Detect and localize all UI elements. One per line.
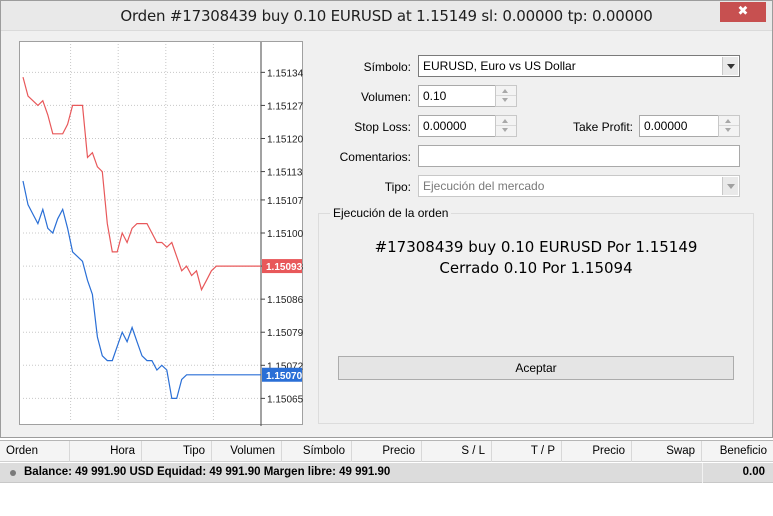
chevron-down-icon[interactable] [722, 177, 738, 195]
execution-close-text: Cerrado 0.10 Por 1.15094 [439, 259, 633, 277]
terminal-header: Orden Hora Tipo Volumen Símbolo Precio S… [0, 441, 773, 462]
balance-icon [10, 470, 16, 476]
volume-input[interactable]: 0.10 [418, 85, 496, 107]
price-tag-label: 1.15070 [266, 371, 303, 382]
window-title: Orden #17308439 buy 0.10 EURUSD at 1.151… [120, 7, 653, 25]
balance-text: Balance: 49 991.90 USD Equidad: 49 991.9… [24, 466, 391, 478]
y-tick-label: 1.15100 [267, 229, 304, 240]
col-type[interactable]: Tipo [142, 441, 212, 462]
accept-button[interactable]: Aceptar [338, 356, 734, 380]
volume-label: Volumen: [360, 90, 411, 104]
y-tick-label: 1.15079 [267, 328, 304, 339]
col-volume[interactable]: Volumen [212, 441, 282, 462]
y-tick-label: 1.15113 [267, 168, 303, 179]
stop-loss-label: Stop Loss: [354, 120, 411, 134]
series-line-ask [22, 76, 261, 292]
close-button[interactable]: ✖ [720, 2, 766, 22]
tick-chart: 1.15134 1.15127 1.15120 1.15113 1.15107 1.151… [19, 41, 304, 426]
col-symbol[interactable]: Símbolo [282, 441, 352, 462]
stop-loss-input[interactable]: 0.00000 [418, 115, 496, 137]
terminal-panel: Orden Hora Tipo Volumen Símbolo Precio S… [0, 440, 773, 516]
series-line-bid [22, 180, 261, 399]
spin-down-icon[interactable] [719, 126, 739, 136]
stop-loss-stepper[interactable] [495, 115, 517, 137]
type-value: Ejecución del mercado [423, 179, 545, 193]
volume-stepper[interactable] [495, 85, 517, 107]
y-tick-label: 1.15065 [267, 394, 304, 405]
spin-up-icon[interactable] [496, 86, 516, 96]
y-tick-label: 1.15107 [267, 196, 304, 207]
type-select[interactable]: Ejecución del mercado [418, 175, 740, 197]
price-tag-label: 1.15093 [266, 262, 303, 273]
column-divider [702, 463, 703, 483]
symbol-value: EURUSD, Euro vs US Dollar [423, 59, 576, 73]
col-profit[interactable]: Beneficio [702, 441, 773, 462]
comment-input[interactable] [418, 145, 740, 167]
order-dialog: Orden #17308439 buy 0.10 EURUSD at 1.151… [0, 0, 773, 438]
col-time[interactable]: Hora [70, 441, 142, 462]
stop-loss-value: 0.00000 [423, 119, 467, 133]
take-profit-stepper[interactable] [718, 115, 740, 137]
col-tp[interactable]: T / P [492, 441, 562, 462]
take-profit-label: Take Profit: [572, 120, 633, 134]
comment-label: Comentarios: [339, 150, 411, 164]
symbol-label: Símbolo: [363, 60, 411, 74]
spin-up-icon[interactable] [719, 116, 739, 126]
execution-group-title: Ejecución de la orden [330, 206, 452, 220]
take-profit-value: 0.00000 [644, 119, 688, 133]
spin-down-icon[interactable] [496, 96, 516, 106]
type-label: Tipo: [384, 180, 411, 194]
execution-open-text: #17308439 buy 0.10 EURUSD Por 1.15149 [374, 238, 698, 256]
take-profit-input[interactable]: 0.00000 [639, 115, 719, 137]
col-sl[interactable]: S / L [422, 441, 492, 462]
spin-down-icon[interactable] [496, 126, 516, 136]
balance-row[interactable]: Balance: 49 991.90 USD Equidad: 49 991.9… [0, 463, 773, 483]
y-tick-label: 1.15134 [267, 68, 304, 79]
col-swap[interactable]: Swap [632, 441, 702, 462]
symbol-select[interactable]: EURUSD, Euro vs US Dollar [418, 55, 740, 77]
title-bar: Orden #17308439 buy 0.10 EURUSD at 1.151… [1, 1, 772, 31]
y-tick-label: 1.15086 [267, 295, 304, 306]
y-tick-label: 1.15120 [267, 135, 304, 146]
y-tick-label: 1.15127 [267, 101, 304, 112]
col-order[interactable]: Orden [0, 441, 70, 462]
profit-value: 0.00 [742, 466, 765, 478]
col-price-current[interactable]: Precio [562, 441, 632, 462]
chart-canvas: 1.15134 1.15127 1.15120 1.15113 1.15107 1.151… [22, 42, 304, 426]
volume-value: 0.10 [423, 89, 447, 103]
spin-up-icon[interactable] [496, 116, 516, 126]
col-price[interactable]: Precio [352, 441, 422, 462]
chevron-down-icon[interactable] [722, 57, 738, 75]
